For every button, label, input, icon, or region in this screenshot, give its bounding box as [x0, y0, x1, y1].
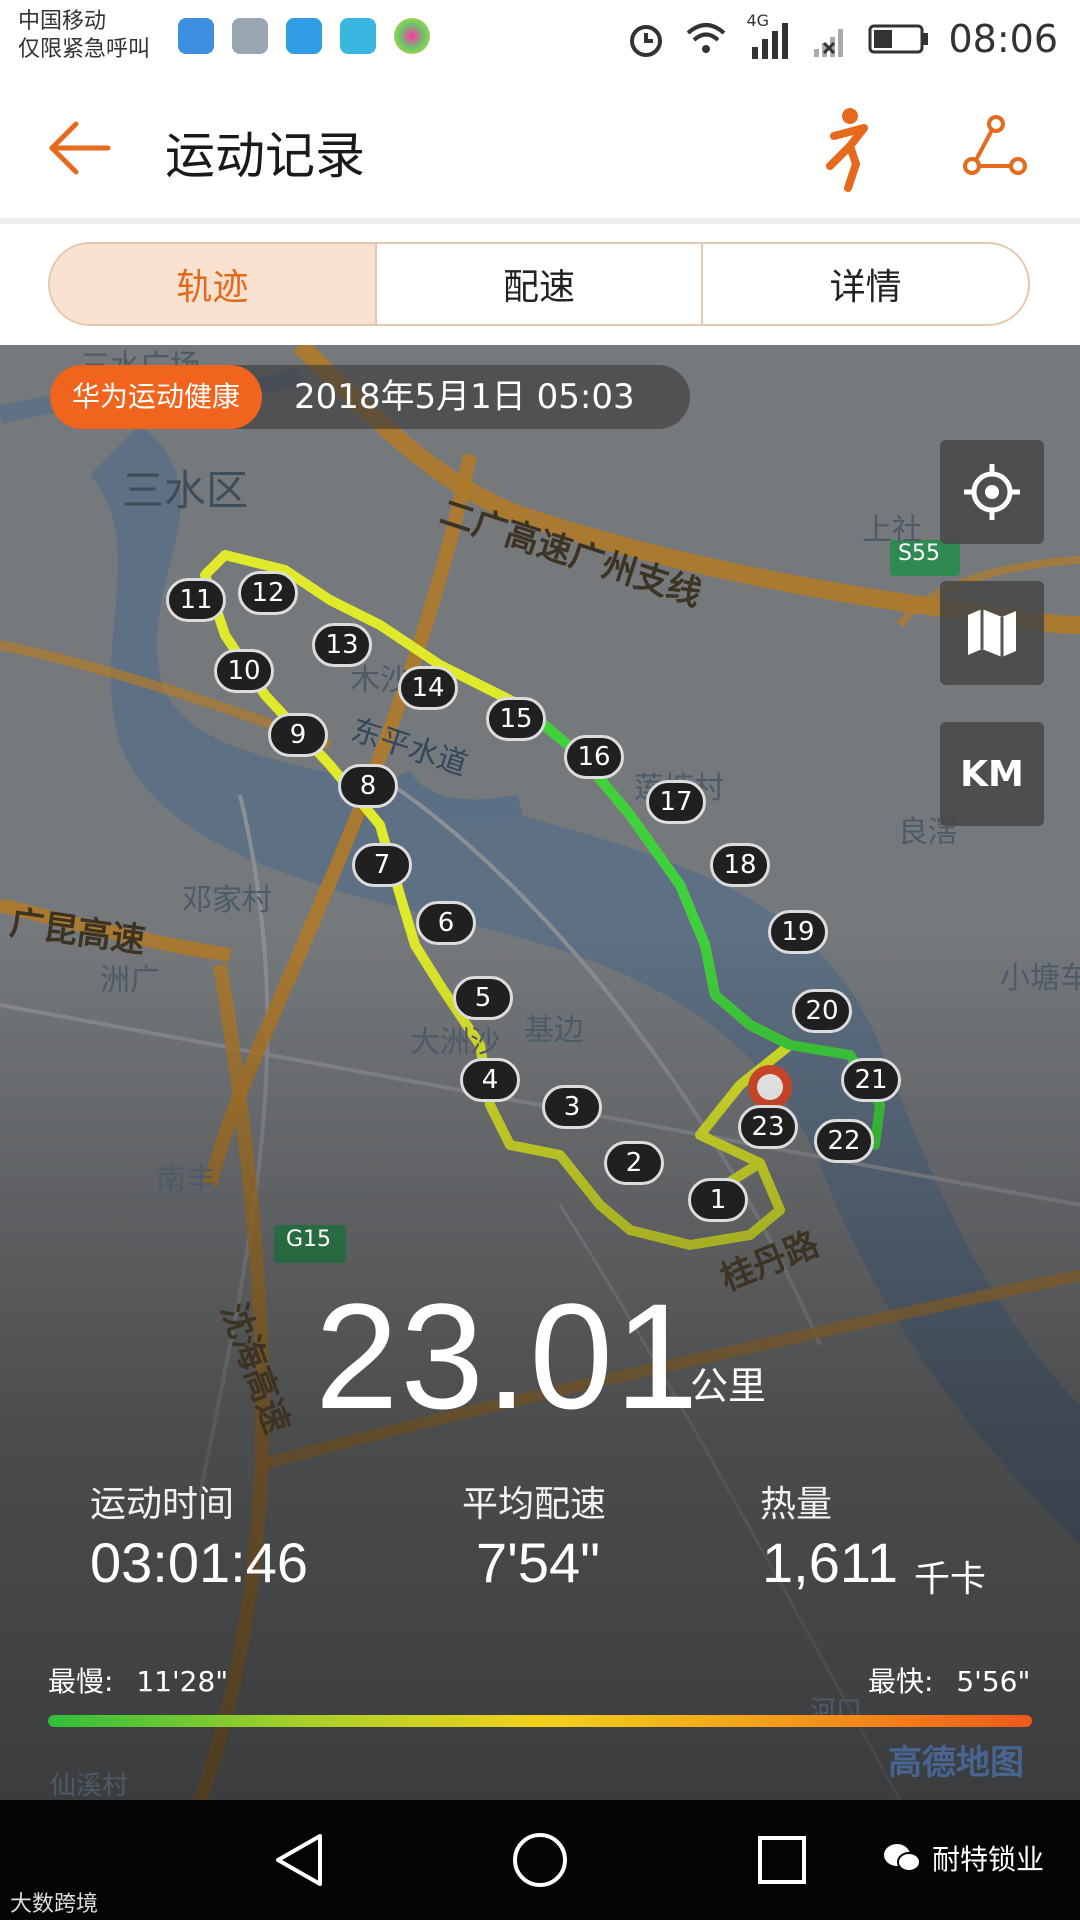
segmented-tabs: 轨迹 配速 详情	[48, 242, 1030, 326]
nav-recent-icon[interactable]	[752, 1830, 812, 1890]
record-datetime: 2018年5月1日 05:03	[294, 377, 635, 417]
alarm-icon	[630, 25, 663, 57]
status-right: 4G 08:06	[626, 11, 1058, 64]
map-icon	[968, 609, 1016, 657]
km-marker-3: 3	[542, 1085, 602, 1129]
total-distance: 23.01	[315, 1272, 701, 1440]
duration-value: 03:01:46	[90, 1531, 308, 1594]
watermark-right-text: 耐特锁业	[931, 1843, 1044, 1876]
security-icon	[340, 18, 376, 54]
map-layer-button[interactable]	[940, 581, 1044, 685]
petal-icon	[394, 18, 430, 54]
route-button[interactable]	[962, 114, 1032, 184]
map-label-sanshui: 三水区	[122, 466, 249, 515]
slowest-pace: 最慢: 11'28"	[48, 1660, 228, 1700]
km-marker-7: 7	[352, 843, 412, 887]
calories-unit: 千卡	[914, 1559, 987, 1600]
tab-details[interactable]: 详情	[703, 244, 1028, 324]
km-marker-18: 18	[710, 843, 770, 887]
nav-home-icon[interactable]	[510, 1830, 570, 1890]
back-button[interactable]	[44, 118, 124, 188]
pace-gradient-bar	[48, 1715, 1032, 1727]
km-marker-17: 17	[646, 780, 706, 824]
header-divider	[0, 218, 1080, 224]
amap-logo: 高德地图	[888, 1743, 1024, 1783]
slowest-label: 最慢:	[48, 1665, 114, 1698]
calories-value: 1,611	[762, 1531, 898, 1594]
map-label-nanfeng: 南丰	[156, 1163, 216, 1198]
route-icon	[963, 115, 1027, 175]
signal-icon: 4G	[746, 11, 792, 61]
carrier-emergency: 仅限紧急呼叫	[18, 37, 151, 62]
km-marker-10: 10	[214, 649, 274, 693]
km-marker-11: 11	[166, 578, 226, 622]
distance-unit: 公里	[690, 1364, 767, 1408]
chart-icon	[286, 18, 322, 54]
wifi-icon	[687, 23, 726, 53]
wechat-icon	[883, 1844, 921, 1872]
clock: 08:06	[948, 17, 1058, 61]
app-header: 运动记录	[0, 80, 1080, 220]
system-nav-bar: 耐特锁业 大数跨境	[0, 1800, 1080, 1920]
health-icon	[178, 18, 214, 54]
km-marker-12: 12	[238, 571, 298, 615]
map-label-dazhousha: 大洲沙	[410, 1025, 500, 1060]
source-badge: 华为运动健康	[50, 365, 263, 429]
km-marker-8: 8	[338, 764, 398, 808]
runner-icon	[826, 108, 868, 192]
km-toggle-button[interactable]: KM	[940, 722, 1044, 826]
back-arrow-icon	[49, 121, 111, 175]
fastest-value: 5'56"	[956, 1665, 1031, 1698]
avg-pace-label: 平均配速	[462, 1484, 607, 1525]
carrier-name: 中国移动	[18, 9, 107, 34]
map-label-g15: G15	[286, 1227, 332, 1252]
fastest-label: 最快:	[868, 1665, 934, 1698]
km-marker-4: 4	[460, 1058, 520, 1102]
map-label-dengjia: 邓家村	[182, 883, 272, 918]
map-label-zhouguang: 洲广	[100, 963, 160, 998]
map-label-jibian: 基边	[524, 1013, 584, 1048]
km-marker-2: 2	[604, 1141, 664, 1185]
avg-pace-value: 7'54"	[476, 1531, 601, 1594]
map-label-xianxi: 仙溪村	[50, 1771, 129, 1800]
tab-pace[interactable]: 配速	[377, 244, 704, 324]
record-source: 华为运动健康 2018年5月1日 05:03	[50, 365, 690, 429]
status-bar: 中国移动 仅限紧急呼叫 4G 08:06	[0, 0, 1080, 80]
km-marker-22: 22	[814, 1119, 874, 1163]
duration-label: 运动时间	[90, 1484, 235, 1525]
calories-label: 热量	[760, 1484, 833, 1525]
km-marker-21: 21	[841, 1058, 901, 1102]
km-marker-16: 16	[564, 735, 624, 779]
km-marker-19: 19	[768, 910, 828, 954]
km-marker-13: 13	[312, 623, 372, 667]
map-label-s55: S55	[898, 541, 940, 566]
nav-back-icon[interactable]	[270, 1830, 330, 1890]
notification-icons	[178, 18, 430, 54]
slowest-value: 11'28"	[136, 1665, 229, 1698]
km-marker-6: 6	[416, 901, 476, 945]
fastest-pace: 最快: 5'56"	[868, 1660, 1030, 1700]
watermark-right: 耐特锁业	[882, 1838, 1044, 1878]
km-marker-14: 14	[398, 666, 458, 710]
map-label-xiaotang: 小塘车	[1000, 961, 1080, 996]
watermark-left: 大数跨境	[10, 1892, 99, 1917]
sport-type-button[interactable]	[820, 106, 890, 196]
battery-icon	[868, 24, 929, 54]
km-marker-15: 15	[486, 697, 546, 741]
track-map[interactable]: 三水广场 三水区 二广高速广州支线 上社 S55 木沙 东平水道 莲塘村 良滘 …	[0, 345, 1080, 1800]
km-marker-1: 1	[688, 1178, 748, 1222]
locate-icon	[964, 464, 1020, 520]
no-signal-icon	[814, 29, 844, 57]
tab-track[interactable]: 轨迹	[50, 244, 377, 324]
page-title: 运动记录	[165, 127, 365, 185]
km-marker-23: 23	[738, 1105, 798, 1149]
km-marker-9: 9	[268, 713, 328, 757]
km-marker-5: 5	[453, 976, 513, 1020]
gallery-icon	[232, 18, 268, 54]
locate-button[interactable]	[940, 440, 1044, 544]
carrier-info: 中国移动 仅限紧急呼叫	[18, 8, 150, 64]
km-marker-20: 20	[792, 989, 852, 1033]
